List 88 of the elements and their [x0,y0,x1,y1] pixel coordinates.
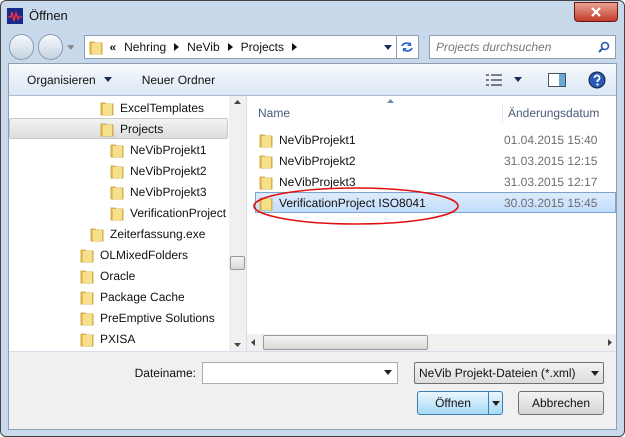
column-header[interactable]: Name [247,104,503,122]
sort-arrow-icon [387,99,394,103]
file-row[interactable]: NeVibProjekt3 31.03.2015 12:17 [255,171,616,192]
tree-item[interactable]: VerificationProject [9,202,228,223]
folder-icon [80,288,94,304]
refresh-button[interactable] [396,35,419,59]
organize-button[interactable]: Organisieren [19,68,120,92]
pane-icon [548,72,566,86]
tree-item[interactable]: PXISA [9,328,228,349]
tree-item[interactable]: ExcelTemplates [9,97,228,118]
file-date: 31.03.2015 12:15 [504,152,598,170]
vertical-scrollbar[interactable] [229,96,246,351]
file-row[interactable]: NeVibProjekt1 01.04.2015 15:40 [255,129,616,150]
address-bar[interactable]: « Nehring NeVib Projects [84,35,397,59]
scroll-thumb[interactable] [263,335,428,350]
tree-item[interactable]: OLMixedFolders [9,244,228,265]
caret-icon [492,400,500,406]
scroll-thumb[interactable] [230,256,245,270]
file-type-dropdown[interactable]: NeVib Projekt-Dateien (*.xml) [414,362,604,384]
search-icon [598,41,610,53]
cancel-button[interactable]: Abbrechen [518,391,604,415]
left-arrow-icon [251,339,255,346]
tree-item[interactable]: Oracle [9,265,228,286]
tree-item[interactable]: PreEmptive Solutions [9,307,228,328]
caret-icon [591,370,599,376]
tree-item[interactable]: NeVibProjekt1 [9,139,228,160]
folder-icon [100,100,114,116]
forward-button[interactable] [38,34,63,60]
caret-icon [104,77,112,82]
refresh-icon [400,41,414,53]
preview-pane-button[interactable] [548,72,566,86]
folder-icon [110,162,124,178]
chevron-icon [292,43,297,51]
file-date: 31.03.2015 12:17 [504,174,598,190]
down-arrow-icon [234,343,241,347]
filename-field[interactable] [202,362,398,384]
folder-icon [90,226,104,242]
back-button[interactable] [9,34,34,60]
breadcrumb[interactable]: Nehring [122,38,168,56]
file-date: 30.03.2015 15:45 [504,194,598,212]
overflow-chevron[interactable]: « [109,38,116,56]
filename-label: Dateiname: [134,365,196,382]
folder-icon [259,194,273,210]
tree-item[interactable]: NeVibProjekt2 [9,160,228,181]
file-name: VerificationProject ISO8041 [256,194,504,212]
folder-icon [80,268,94,284]
folder-icon [89,39,104,55]
folder-icon [110,142,124,158]
tree-item[interactable]: Projects [9,118,228,139]
list-view-icon [486,74,502,86]
folder-icon [80,246,94,262]
waveform-icon [7,8,23,24]
file-row[interactable]: VerificationProject ISO8041 30.03.2015 15:45 [255,192,616,213]
window-title: Öffnen [29,7,68,26]
caret-icon [384,370,392,375]
folder-icon [110,184,124,200]
caret-icon [66,44,74,50]
chevron-icon [174,43,180,51]
folder-icon [80,310,94,326]
up-arrow-icon [234,100,241,104]
breadcrumb[interactable]: NeVib [185,38,222,56]
folder-icon [100,120,114,136]
file-name: NeVibProjekt1 [256,130,504,148]
new-folder-button[interactable]: Neuer Ordner [134,68,224,92]
help-button[interactable] [588,70,606,88]
caret-icon [384,44,392,50]
help-icon [588,70,606,88]
close-button[interactable] [574,2,618,22]
open-button[interactable]: Öffnen [417,391,503,415]
folder-icon [259,174,273,190]
folder-icon [80,330,94,346]
file-row[interactable]: NeVibProjekt2 31.03.2015 12:15 [255,150,616,171]
file-name: NeVibProjekt2 [256,152,504,170]
right-arrow-icon [608,339,612,346]
search-field[interactable]: Projects durchsuchen [428,35,616,59]
folder-icon [259,132,273,148]
breadcrumb[interactable]: Projects [238,38,286,56]
tree-item[interactable]: NeVibProjekt3 [9,181,228,202]
caret-icon [514,77,522,82]
folder-icon [110,204,124,220]
horizontal-scrollbar[interactable] [247,334,616,351]
tree-item[interactable]: Zeiterfassung.exe [9,223,228,244]
chevron-icon [228,43,233,51]
file-date: 01.04.2015 15:40 [504,132,598,148]
column-header[interactable]: Änderungsdatum [503,104,600,122]
close-icon [591,7,601,17]
folder-icon [259,152,273,168]
tree-item[interactable]: Package Cache [9,286,228,307]
